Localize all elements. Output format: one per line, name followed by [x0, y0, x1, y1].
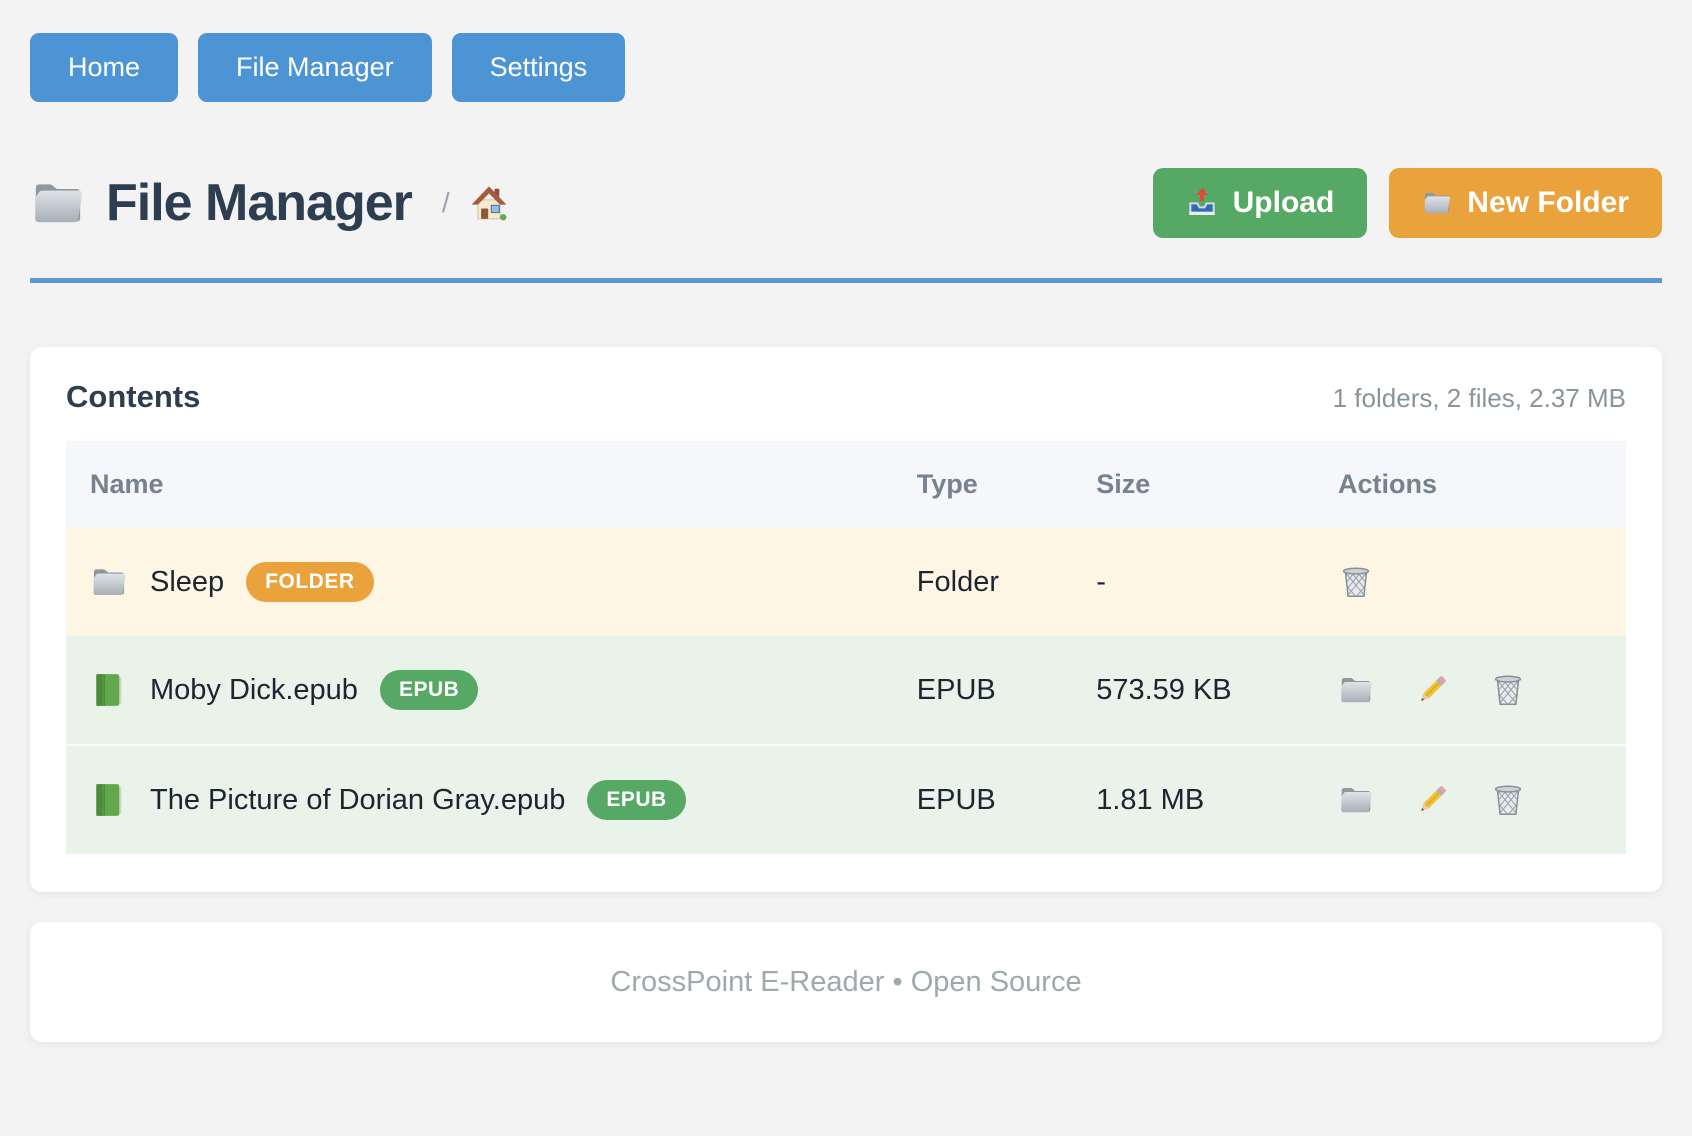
- folder-icon: [90, 563, 128, 601]
- column-header-size: Size: [1072, 441, 1314, 528]
- page: Home File Manager Settings File Manager …: [0, 0, 1692, 1042]
- trash-icon: [1338, 564, 1374, 600]
- upload-button-label: Upload: [1233, 186, 1335, 220]
- contents-summary: 1 folders, 2 files, 2.37 MB: [1333, 383, 1626, 414]
- pencil-icon: [1414, 782, 1450, 818]
- folder-icon: [1422, 188, 1452, 218]
- folder-icon: [1338, 782, 1374, 818]
- move-button[interactable]: [1338, 782, 1374, 818]
- table-row: Moby Dick.epub EPUB EPUB 573.59 KB: [66, 636, 1626, 745]
- column-header-actions: Actions: [1314, 441, 1626, 528]
- toolbar: Upload New Folder: [1153, 168, 1662, 238]
- header-divider: [30, 278, 1662, 283]
- file-type: EPUB: [893, 636, 1072, 745]
- column-header-name: Name: [66, 441, 893, 528]
- epub-badge: EPUB: [587, 780, 685, 820]
- house-icon[interactable]: [470, 184, 508, 222]
- nav-settings-button[interactable]: Settings: [452, 33, 626, 102]
- breadcrumb-separator: /: [442, 187, 450, 219]
- epub-badge: EPUB: [380, 670, 478, 710]
- delete-button[interactable]: [1490, 672, 1526, 708]
- file-type: Folder: [893, 528, 1072, 636]
- top-nav: Home File Manager Settings: [30, 33, 1662, 102]
- page-header: File Manager / Upload New Folder: [30, 168, 1662, 238]
- contents-panel: Contents 1 folders, 2 files, 2.37 MB Nam…: [30, 347, 1662, 892]
- column-header-type: Type: [893, 441, 1072, 528]
- pencil-icon: [1414, 672, 1450, 708]
- trash-icon: [1490, 672, 1526, 708]
- panel-title: Contents: [66, 379, 200, 415]
- upload-button[interactable]: Upload: [1153, 168, 1368, 238]
- table-row: Sleep FOLDER Folder -: [66, 528, 1626, 636]
- folder-icon: [1338, 672, 1374, 708]
- table-row: The Picture of Dorian Gray.epub EPUB EPU…: [66, 745, 1626, 854]
- nav-file-manager-button[interactable]: File Manager: [198, 33, 432, 102]
- file-size: -: [1072, 528, 1314, 636]
- upload-tray-icon: [1186, 187, 1218, 219]
- table-header-row: Name Type Size Actions: [66, 441, 1626, 528]
- delete-button[interactable]: [1338, 564, 1374, 600]
- file-name-link[interactable]: Moby Dick.epub: [150, 674, 358, 707]
- new-folder-button[interactable]: New Folder: [1389, 168, 1662, 238]
- panel-header: Contents 1 folders, 2 files, 2.37 MB: [66, 379, 1626, 441]
- folder-icon: [30, 175, 86, 231]
- footer-text: CrossPoint E-Reader • Open Source: [610, 966, 1081, 999]
- new-folder-button-label: New Folder: [1467, 186, 1629, 220]
- delete-button[interactable]: [1490, 782, 1526, 818]
- footer: CrossPoint E-Reader • Open Source: [30, 922, 1662, 1042]
- book-icon: [90, 781, 128, 819]
- file-size: 573.59 KB: [1072, 636, 1314, 745]
- move-button[interactable]: [1338, 672, 1374, 708]
- trash-icon: [1490, 782, 1526, 818]
- folder-badge: FOLDER: [246, 562, 373, 602]
- file-size: 1.81 MB: [1072, 745, 1314, 854]
- file-table: Name Type Size Actions Sleep FOLDER: [66, 441, 1626, 854]
- rename-button[interactable]: [1414, 672, 1450, 708]
- title-group: File Manager /: [30, 173, 508, 233]
- file-name-link[interactable]: The Picture of Dorian Gray.epub: [150, 784, 565, 817]
- book-icon: [90, 671, 128, 709]
- file-type: EPUB: [893, 745, 1072, 854]
- nav-home-button[interactable]: Home: [30, 33, 178, 102]
- page-title: File Manager: [106, 173, 412, 233]
- rename-button[interactable]: [1414, 782, 1450, 818]
- folder-name-link[interactable]: Sleep: [150, 566, 224, 599]
